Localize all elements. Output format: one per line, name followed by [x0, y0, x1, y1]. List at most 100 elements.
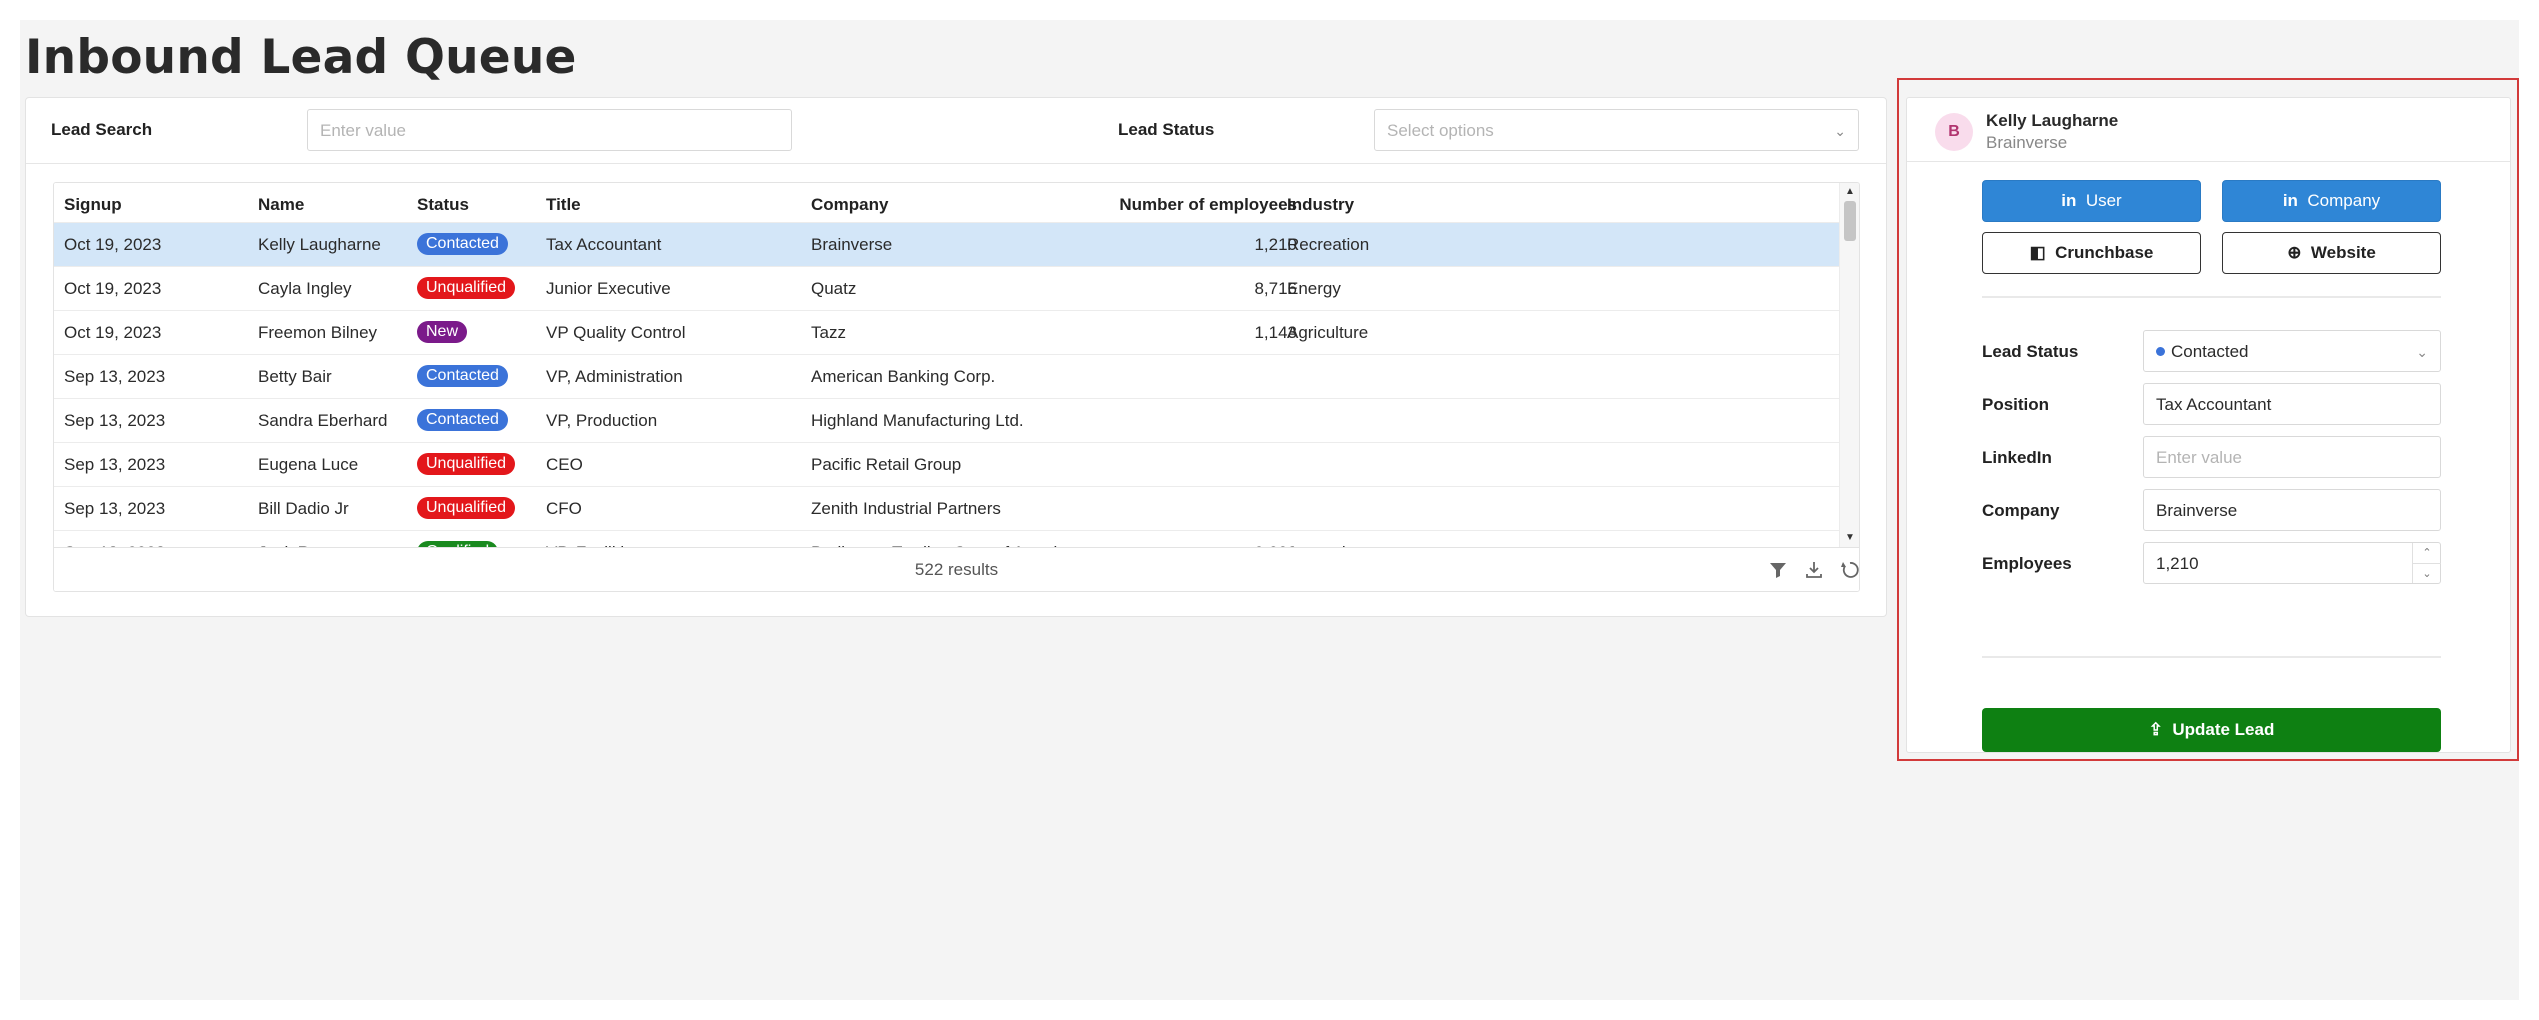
cell-name: Cayla Ingley [258, 279, 352, 298]
status-badge: Contacted [417, 409, 508, 431]
position-input[interactable]: Tax Accountant [2143, 383, 2441, 425]
table-scrollbar[interactable]: ▲ ▼ [1839, 183, 1859, 547]
divider [1982, 656, 2441, 658]
lead-company: Brainverse [1986, 133, 2068, 152]
lead-detail-frame: B Kelly Laugharne Brainverse in User in … [1897, 78, 2519, 761]
linkedin-icon: in [2282, 191, 2298, 210]
crunchbase-icon: ◧ [2029, 243, 2046, 262]
cell-title: CFO [546, 499, 582, 518]
results-count: 522 results [914, 560, 999, 579]
table-row[interactable]: Oct 19, 2023 Cayla Ingley Unqualified Junio… [54, 267, 1840, 311]
cell-title: Tax Accountant [546, 235, 662, 254]
linkedin-label: LinkedIn [1982, 448, 2052, 467]
cell-signup: Sep 13, 2023 [64, 455, 166, 474]
cell-name: Sandra Eberhard [258, 411, 388, 430]
refresh-icon[interactable] [1839, 559, 1860, 581]
position-label: Position [1982, 395, 2050, 414]
lead-status-field-select[interactable]: Contacted ⌄ [2143, 330, 2441, 372]
company-input[interactable]: Brainverse [2143, 489, 2441, 531]
globe-icon: ⊕ [2287, 243, 2302, 262]
table-footer: 522 results [54, 547, 1859, 591]
cell-signup: Oct 19, 2023 [64, 279, 162, 298]
table-row[interactable]: Oct 19, 2023 Freemon Bilney New VP Quality … [54, 311, 1840, 355]
lead-search-input[interactable]: Enter value [307, 109, 792, 151]
table-row[interactable]: Oct 19, 2023 Kelly Laugharne Contacted Tax … [54, 223, 1840, 267]
col-name[interactable]: Name [258, 195, 304, 215]
linkedin-company-button[interactable]: in Company [2222, 180, 2441, 222]
leads-table: Signup Name Status Title Company Number … [53, 182, 1860, 592]
cell-company: American Banking Corp. [811, 367, 996, 386]
cell-employees: 1,210 [1254, 235, 1297, 254]
cell-signup: Sep 13, 2023 [64, 367, 166, 386]
table-header: Signup Name Status Title Company Number … [54, 183, 1840, 223]
status-badge: Unqualified [417, 277, 516, 299]
page-title: Inbound Lead Queue [25, 30, 577, 85]
cell-name: Freemon Bilney [258, 323, 378, 342]
cell-industry: Recreation [1287, 235, 1370, 254]
status-dot-icon [2156, 347, 2165, 356]
cell-name: Eugena Luce [258, 455, 359, 474]
linkedin-icon: in [2061, 191, 2077, 210]
download-icon[interactable] [1803, 559, 1825, 581]
scroll-up-icon[interactable]: ▲ [1845, 186, 1855, 197]
crunchbase-label: Crunchbase [2055, 243, 2154, 262]
scrollbar-thumb[interactable] [1844, 201, 1856, 241]
cell-industry: Energy [1287, 279, 1341, 298]
cell-title: Junior Executive [546, 279, 671, 298]
cell-signup: Sep 13, 2023 [64, 499, 166, 518]
update-lead-button[interactable]: ⇪ Update Lead [1982, 708, 2441, 752]
status-badge: Unqualified [417, 497, 516, 519]
col-company[interactable]: Company [811, 195, 888, 215]
lead-status-field-value: Contacted [2171, 342, 2249, 361]
table-row[interactable]: Sep 13, 2023 Eugena Luce Unqualified CEO Pac… [54, 443, 1840, 487]
cell-title: VP Quality Control [546, 323, 686, 342]
lead-status-field-label: Lead Status [1982, 342, 2079, 361]
employees-input[interactable]: 1,210 ⌃ ⌄ [2143, 542, 2441, 584]
status-badge: Contacted [417, 233, 508, 255]
col-title[interactable]: Title [546, 195, 581, 215]
linkedin-input[interactable]: Enter value [2143, 436, 2441, 478]
update-lead-label: Update Lead [2172, 720, 2275, 739]
lead-status-placeholder: Select options [1387, 121, 1494, 140]
cell-title: CEO [546, 455, 583, 474]
scroll-down-icon[interactable]: ▼ [1845, 532, 1855, 543]
cell-title: VP, Production [546, 411, 658, 430]
website-button[interactable]: ⊕ Website [2222, 232, 2441, 274]
cell-signup: Sep 13, 2023 [64, 411, 166, 430]
cell-industry: Agriculture [1287, 323, 1369, 342]
table-row[interactable]: Sep 13, 2023 Betty Bair Contacted VP, Admin… [54, 355, 1840, 399]
cell-company: Brainverse [811, 235, 893, 254]
company-label: Company [1982, 501, 2060, 520]
upload-icon: ⇪ [2148, 720, 2163, 739]
filter-icon[interactable] [1767, 559, 1789, 581]
lead-queue-card: Lead Search Enter value Lead Status Sele… [25, 97, 1887, 617]
quantity-stepper[interactable]: ⌃ ⌄ [2412, 543, 2441, 583]
cell-signup: Oct 19, 2023 [64, 323, 162, 342]
cell-employees: 8,716 [1254, 279, 1297, 298]
decrement-icon[interactable]: ⌄ [2413, 563, 2441, 583]
crunchbase-button[interactable]: ◧ Crunchbase [1982, 232, 2201, 274]
increment-icon[interactable]: ⌃ [2413, 543, 2441, 563]
lead-search-label: Lead Search [51, 120, 153, 139]
col-status[interactable]: Status [417, 195, 469, 215]
cell-employees: 1,143 [1254, 323, 1297, 342]
table-body: Oct 19, 2023 Kelly Laugharne Contacted Tax … [54, 223, 1840, 547]
table-row[interactable]: Sep 13, 2023 Sandra Eberhard Contacted VP, … [54, 399, 1840, 443]
table-row[interactable]: Sep 13, 2023Jack RogersQualifiedVP, Faci… [54, 531, 1840, 547]
chevron-down-icon: ⌄ [2416, 344, 2428, 360]
lead-status-select[interactable]: Select options ⌄ [1374, 109, 1859, 151]
cell-name: Kelly Laugharne [258, 235, 381, 254]
col-signup[interactable]: Signup [64, 195, 122, 215]
cell-company: Quatz [811, 279, 857, 298]
status-badge: Unqualified [417, 453, 516, 475]
cell-name: Bill Dadio Jr [258, 499, 349, 518]
cell-company: Pacific Retail Group [811, 455, 962, 474]
employees-value: 1,210 [2156, 554, 2199, 573]
lead-name: Kelly Laugharne [1986, 111, 2119, 130]
table-row[interactable]: Sep 13, 2023 Bill Dadio Jr Unqualified CFO Z… [54, 487, 1840, 531]
col-industry[interactable]: Industry [1287, 195, 1354, 215]
col-employees[interactable]: Number of employees [1097, 195, 1297, 215]
avatar: B [1935, 113, 1973, 151]
cell-company: Tazz [811, 323, 846, 342]
linkedin-user-button[interactable]: in User [1982, 180, 2201, 222]
